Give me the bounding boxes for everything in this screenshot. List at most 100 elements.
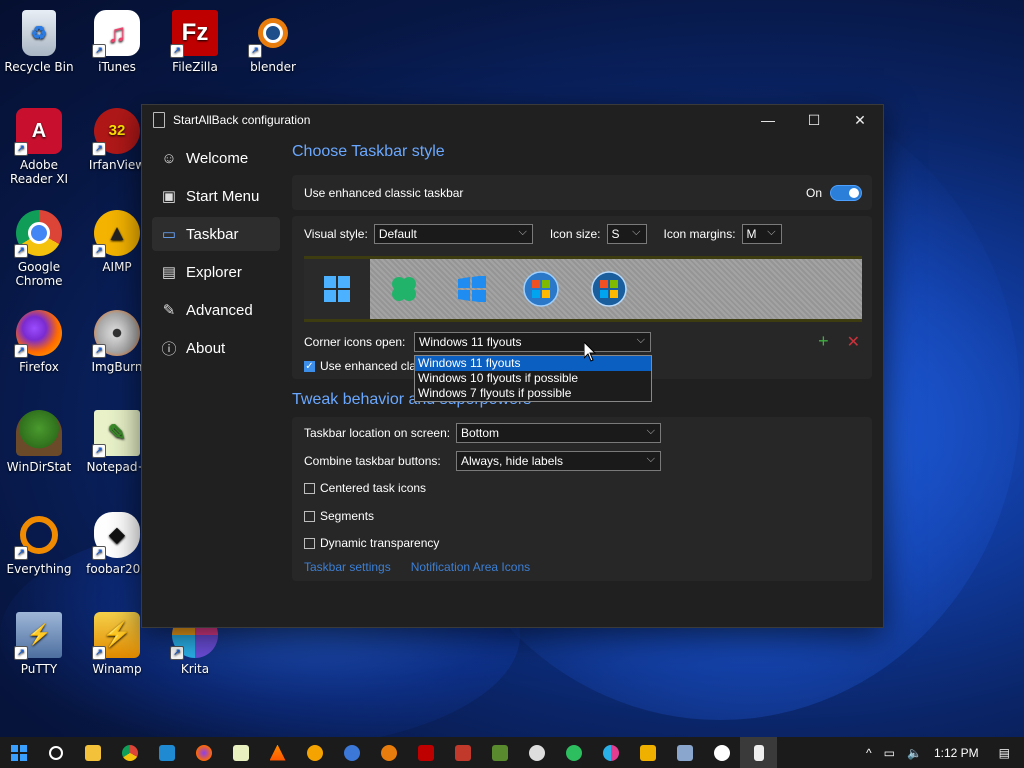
enhanced-tray-checkbox[interactable]: ✓ [304, 360, 315, 372]
visual-style-select[interactable]: Default ⌵ [373, 224, 533, 244]
taskbar-windirstat[interactable] [481, 737, 518, 768]
vista-orb-icon [591, 271, 627, 307]
nav-label: Taskbar [186, 225, 239, 243]
enhanced-tray-label: Use enhanced clas [320, 359, 423, 373]
desktop-icon-filezilla[interactable]: Fz ↗ FileZilla [156, 10, 234, 74]
segments-label: Segments [320, 509, 375, 523]
taskbar-file-explorer[interactable] [74, 737, 111, 768]
nav-item-explorer[interactable]: ▤ Explorer [152, 255, 280, 289]
windows7-orb-icon [523, 271, 559, 307]
notification-area-icons-link[interactable]: Notification Area Icons [411, 560, 530, 574]
icon-margins-label: Icon margins: [663, 227, 736, 241]
taskbar-vlc[interactable] [259, 737, 296, 768]
taskbar-krita[interactable] [592, 737, 629, 768]
style-option-win11[interactable] [317, 269, 357, 309]
style-option-plain[interactable] [384, 269, 424, 309]
taskbar-evernote[interactable] [555, 737, 592, 768]
desktop-icon-windirstat[interactable]: WinDirStat [0, 410, 78, 474]
window-title: StartAllBack configuration [173, 113, 311, 127]
dynamic-transparency-label: Dynamic transparency [320, 536, 440, 550]
icon-size-select[interactable]: S ⌵ [606, 224, 647, 244]
krita-icon [602, 744, 619, 761]
desktop-icon-blender[interactable]: ↗ blender [234, 10, 312, 74]
style-option-win7[interactable] [521, 269, 561, 309]
desktop-icon-putty[interactable]: ⚡ ↗ PuTTY [0, 612, 78, 676]
info-icon: ⓘ [161, 340, 177, 358]
desktop-icon-label: Recycle Bin [4, 60, 74, 74]
icon-margins-select[interactable]: M ⌵ [741, 224, 782, 244]
dropdown-option[interactable]: Windows 11 flyouts [415, 356, 651, 371]
blender-icon [380, 744, 397, 761]
taskbar-settings-link[interactable]: Taskbar settings [304, 560, 391, 574]
centered-icons-checkbox[interactable] [304, 482, 315, 494]
dropdown-option[interactable]: Windows 7 flyouts if possible [415, 386, 651, 401]
add-icon[interactable]: + [818, 331, 829, 352]
enhanced-taskbar-row: Use enhanced classic taskbar On [292, 175, 872, 210]
dropdown-option[interactable]: Windows 10 flyouts if possible [415, 371, 651, 386]
evernote-icon [565, 744, 582, 761]
behavior-panel: Taskbar location on screen: Bottom ⌵ Comb… [292, 417, 872, 581]
taskbar-chrome[interactable] [111, 737, 148, 768]
desktop-icon-recycle-bin[interactable]: ♻ Recycle Bin [0, 10, 78, 74]
corner-icons-select[interactable]: Windows 11 flyouts ⌵ [414, 331, 651, 352]
desktop-icon-itunes[interactable]: ♫ ↗ iTunes [78, 10, 156, 74]
taskbar-startallback[interactable] [740, 737, 777, 768]
nav-item-start-menu[interactable]: ▣ Start Menu [152, 179, 280, 213]
filezilla-icon: Fz ↗ [170, 10, 218, 58]
nav-item-about[interactable]: ⓘ About [152, 331, 280, 365]
nav-item-taskbar[interactable]: ▭ Taskbar [152, 217, 280, 251]
enhanced-taskbar-label: Use enhanced classic taskbar [304, 185, 464, 200]
startallback-window: StartAllBack configuration — ☐ ✕ ☺ Welcom… [141, 104, 884, 628]
desktop-icon-everything[interactable]: ↗ Everything [0, 512, 78, 576]
location-select[interactable]: Bottom ⌵ [456, 423, 661, 443]
volume-icon[interactable]: 🔈 [907, 746, 922, 760]
desktop-icon-adobe-reader[interactable]: A ↗ Adobe Reader XI [0, 108, 78, 186]
taskbar-winamp[interactable] [629, 737, 666, 768]
taskbar-qbittorrent[interactable] [333, 737, 370, 768]
dynamic-transparency-checkbox[interactable] [304, 537, 315, 549]
title-bar[interactable]: StartAllBack configuration — ☐ ✕ [142, 105, 883, 135]
taskbar-foobar[interactable] [518, 737, 555, 768]
filezilla-icon [417, 744, 434, 761]
putty-icon [676, 744, 693, 761]
taskbar-blender[interactable] [370, 737, 407, 768]
start-button[interactable] [0, 737, 37, 768]
wrench-icon: ✎ [162, 302, 176, 319]
search-button[interactable] [37, 737, 74, 768]
taskbar-vscode[interactable] [148, 737, 185, 768]
nav-item-advanced[interactable]: ✎ Advanced [152, 293, 280, 327]
remove-icon[interactable]: ✕ [847, 332, 860, 352]
taskbar-notepad[interactable] [222, 737, 259, 768]
close-button[interactable]: ✕ [837, 105, 883, 135]
taskbar-app-red[interactable] [444, 737, 481, 768]
taskbar-itunes[interactable] [703, 737, 740, 768]
desktop-icon-label: WinDirStat [6, 460, 72, 474]
taskbar-putty[interactable] [666, 737, 703, 768]
segments-checkbox[interactable] [304, 510, 315, 522]
taskbar-filezilla[interactable] [407, 737, 444, 768]
aimp-icon [306, 744, 323, 761]
maximize-button[interactable]: ☐ [791, 105, 837, 135]
tray-chevron-up-icon[interactable]: ^ [866, 746, 872, 760]
minimize-button[interactable]: — [745, 105, 791, 135]
icon-size-label: Icon size: [549, 227, 601, 241]
select-value: Bottom [461, 426, 500, 440]
select-value: Windows 11 flyouts [419, 334, 522, 349]
notification-icon[interactable]: ▤ [999, 746, 1010, 760]
style-option-vista[interactable] [589, 269, 629, 309]
style-option-win10[interactable] [452, 269, 492, 309]
combine-select[interactable]: Always, hide labels ⌵ [456, 451, 661, 471]
nav-item-welcome[interactable]: ☺ Welcome [152, 141, 280, 175]
main-content: Choose Taskbar style Use enhanced classi… [292, 141, 872, 581]
mouse-cursor-icon [584, 342, 597, 362]
clock[interactable]: 1:12 PM [934, 746, 979, 760]
sidebar-nav: ☺ Welcome ▣ Start Menu ▭ Taskbar ▤ Explorer … [152, 141, 280, 369]
taskbar-aimp[interactable] [296, 737, 333, 768]
windows-taskbar: ^ ▭ 🔈 1:12 PM ▤ [0, 737, 1024, 768]
desktop-icon-firefox[interactable]: ↗ Firefox [0, 310, 78, 374]
desktop-icon-chrome[interactable]: ↗ Google Chrome [0, 210, 78, 288]
network-icon[interactable]: ▭ [884, 746, 895, 760]
vscode-icon [158, 744, 175, 761]
taskbar-firefox[interactable] [185, 737, 222, 768]
enhanced-taskbar-toggle[interactable] [830, 184, 862, 201]
